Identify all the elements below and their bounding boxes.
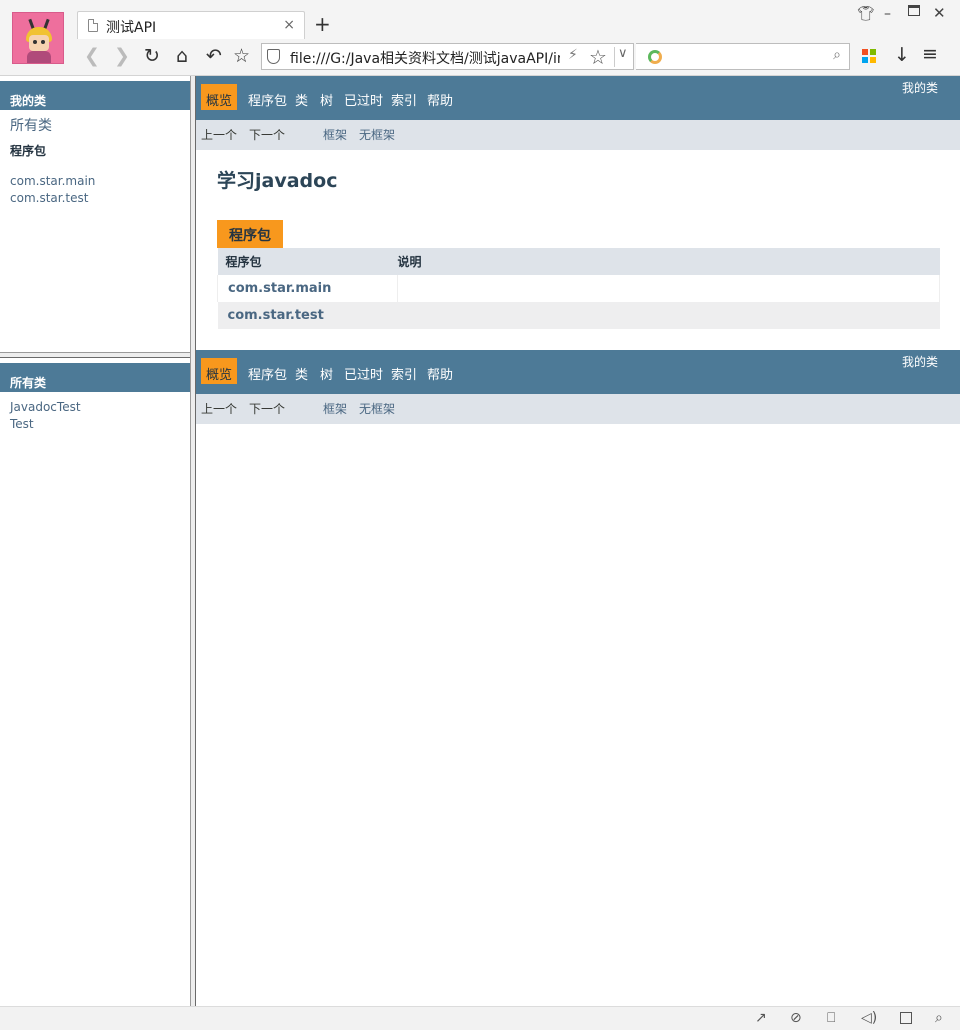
packages-header: 我的类 (0, 81, 190, 110)
class-link[interactable]: Test (10, 417, 34, 431)
package-link[interactable]: com.star.test (10, 191, 88, 205)
window-icon[interactable] (900, 1012, 912, 1024)
home-icon[interactable]: ⌂ (176, 45, 188, 67)
prev-label: 上一个 (201, 402, 238, 416)
apps-icon[interactable] (862, 49, 876, 63)
nav-help[interactable]: 帮助 (427, 90, 453, 109)
sub-navbar: 上一个 下一个 框架 无框架 (196, 120, 960, 150)
magnifier-icon[interactable]: ⌕ (833, 47, 841, 63)
all-classes-link[interactable]: 所有类 (10, 115, 52, 135)
doc-title: 我的类 (901, 355, 938, 369)
nav-deprecated[interactable]: 已过时 (344, 364, 383, 383)
menu-icon[interactable]: ≡ (922, 43, 938, 65)
nav-help[interactable]: 帮助 (427, 364, 453, 383)
nav-deprecated[interactable]: 已过时 (344, 90, 383, 109)
nav-package[interactable]: 程序包 (248, 364, 287, 383)
browser-tab[interactable]: 测试API × (77, 11, 305, 39)
table-header-row: 程序包 说明 (217, 248, 940, 275)
dropdown-icon[interactable]: ∨ (618, 46, 628, 61)
classes-pane: 所有类 JavadocTest Test (0, 358, 190, 1006)
minimize-icon[interactable]: – (884, 6, 891, 22)
no-frames-link[interactable]: 无框架 (359, 126, 395, 143)
nav-index[interactable]: 索引 (391, 90, 417, 109)
avatar-body (27, 51, 51, 63)
avatar-face (29, 35, 49, 51)
top-navbar: 概览 程序包 类 树 已过时 索引 帮助 我的类 (196, 76, 960, 120)
undo-icon[interactable]: ↶ (206, 45, 222, 67)
sound-icon[interactable]: ◁) (861, 1010, 877, 1026)
download-icon[interactable]: ↓ (894, 44, 910, 66)
apps-tile (862, 49, 868, 55)
classes-header: 所有类 (0, 363, 190, 392)
url-separator (614, 47, 615, 67)
apps-tile (870, 57, 876, 63)
description-cell (397, 302, 940, 329)
tab-close-icon[interactable]: × (283, 17, 295, 33)
col-header-package: 程序包 (217, 248, 398, 275)
nav-class[interactable]: 类 (295, 90, 308, 109)
search-bar[interactable]: ⌕ (636, 43, 850, 70)
bookmark-icon[interactable]: ☆ (233, 45, 250, 67)
frames-link[interactable]: 框架 (323, 126, 347, 143)
restore-skin-icon[interactable]: 👕︎ (857, 6, 875, 22)
search-input[interactable] (672, 49, 822, 65)
no-frames-link[interactable]: 无框架 (359, 400, 395, 417)
back-icon[interactable]: ❮ (84, 45, 100, 67)
package-cell-link[interactable]: com.star.test (217, 302, 398, 329)
pin-icon[interactable]: ↗ (755, 1010, 767, 1026)
nav-index[interactable]: 索引 (391, 364, 417, 383)
close-icon[interactable]: ✕ (933, 4, 946, 22)
content-frame: 概览 程序包 类 树 已过时 索引 帮助 我的类 上一个 下一个 框架 无框架 … (196, 76, 960, 1006)
page-title: 学习javadoc (217, 170, 338, 192)
prev-label: 上一个 (201, 128, 238, 142)
apps-tile (870, 49, 876, 55)
new-tab-button[interactable]: + (314, 12, 331, 36)
nav-package[interactable]: 程序包 (248, 90, 287, 109)
browser-chrome: 测试API × + 👕︎ – ✕ ❮ ❯ ↻ ⌂ ↶ ☆ file:///G:/… (0, 0, 960, 76)
bottom-sub-navbar: 上一个 下一个 框架 无框架 (196, 394, 960, 424)
shield-icon (267, 49, 280, 64)
trash-icon[interactable]: ⎕ (827, 1010, 835, 1026)
packages-pane: 我的类 所有类 程序包 com.star.main com.star.test (0, 76, 190, 352)
tab-title: 测试API (106, 20, 157, 36)
url-input[interactable]: file:///G:/Java相关资料文档/测试javaAPI/index.ht… (290, 48, 560, 68)
status-bar: ↗ ⊘ ⎕ ◁) ⌕ (0, 1006, 960, 1030)
no-tracking-icon[interactable]: ⊘ (790, 1010, 802, 1026)
page-icon (88, 19, 98, 32)
user-avatar[interactable] (12, 12, 64, 64)
bottom-navbar: 概览 程序包 类 树 已过时 索引 帮助 我的类 (196, 350, 960, 394)
address-bar[interactable]: file:///G:/Java相关资料文档/测试javaAPI/index.ht… (261, 43, 634, 70)
nav-tree[interactable]: 树 (320, 90, 333, 109)
packages-title: 程序包 (10, 144, 47, 158)
table-row: com.star.main (217, 275, 940, 302)
table-caption: 程序包 (217, 220, 283, 248)
zoom-icon[interactable]: ⌕ (935, 1010, 943, 1026)
class-link[interactable]: JavadocTest (10, 400, 81, 414)
forward-icon[interactable]: ❯ (114, 45, 130, 67)
next-label: 下一个 (249, 402, 286, 416)
avatar-eye (41, 40, 45, 44)
nav-tree[interactable]: 树 (320, 364, 333, 383)
reload-icon[interactable]: ↻ (144, 45, 160, 67)
package-link[interactable]: com.star.main (10, 174, 95, 188)
package-cell-link[interactable]: com.star.main (217, 275, 398, 302)
left-frame: 我的类 所有类 程序包 com.star.main com.star.test … (0, 76, 190, 1006)
frames-link[interactable]: 框架 (323, 400, 347, 417)
description-cell (397, 275, 940, 302)
col-header-description: 说明 (397, 248, 940, 275)
table-row: com.star.test (217, 302, 940, 329)
packages-table: 程序包 说明 com.star.main com.star.test (217, 248, 940, 329)
nav-overview[interactable]: 概览 (201, 84, 238, 110)
apps-tile (862, 57, 868, 63)
avatar-eye (33, 40, 37, 44)
search-engine-icon[interactable] (648, 50, 662, 64)
bolt-icon[interactable]: ⚡︎ (568, 47, 578, 63)
nav-overview[interactable]: 概览 (201, 358, 238, 384)
next-label: 下一个 (249, 128, 286, 142)
star-icon[interactable]: ☆ (589, 45, 607, 69)
maximize-icon[interactable] (908, 5, 920, 16)
doc-title: 我的类 (901, 81, 938, 95)
nav-class[interactable]: 类 (295, 364, 308, 383)
